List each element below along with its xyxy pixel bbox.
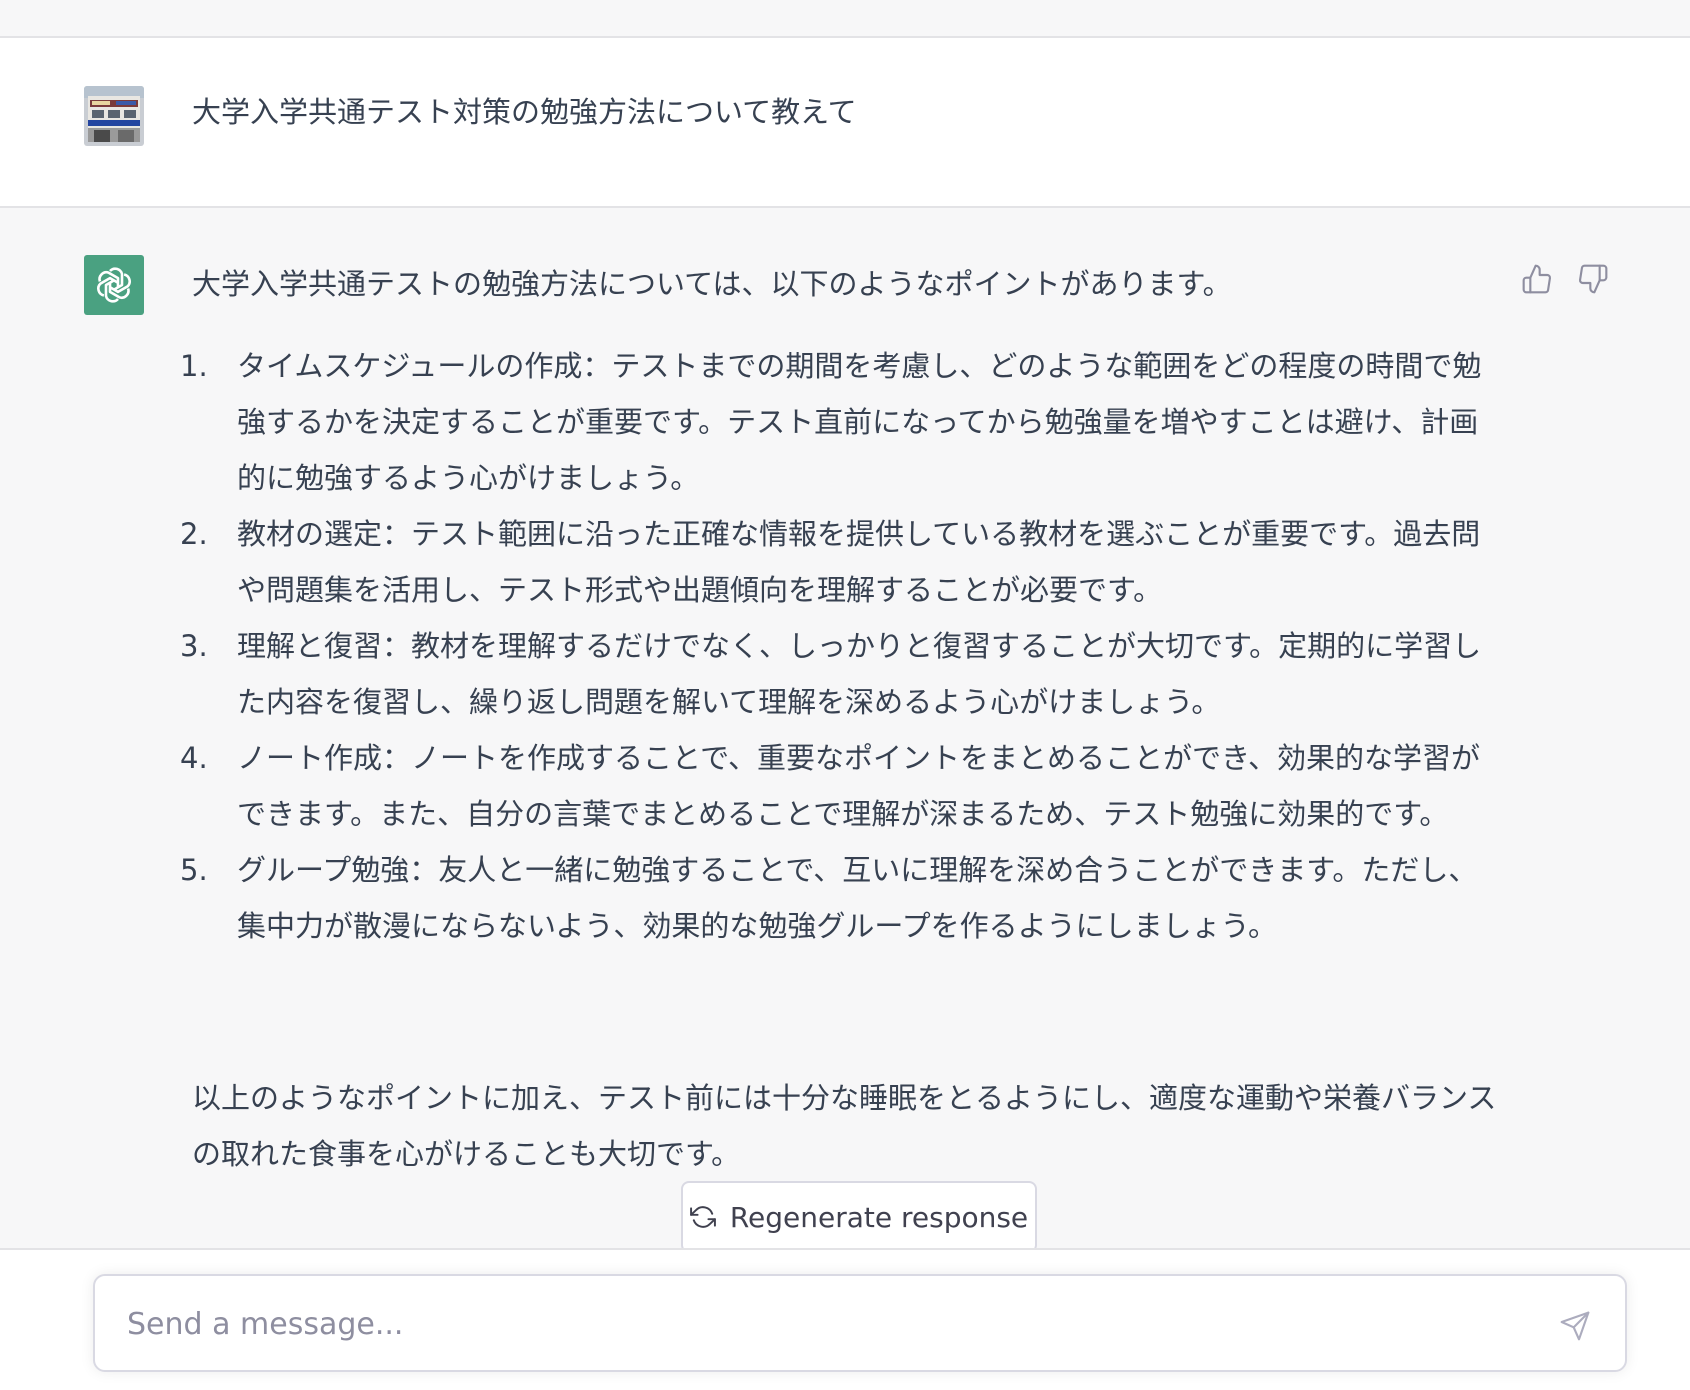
openai-logo-icon	[84, 255, 144, 315]
refresh-icon	[689, 1204, 716, 1230]
list-item-text: 教材の選定：テスト範囲に沿った正確な情報を提供している教材を選ぶことが重要です。…	[237, 517, 1481, 607]
list-item: 5. グループ勉強：友人と一緒に勉強することで、互いに理解を深め合うことができま…	[160, 842, 1500, 954]
composer-area	[0, 1248, 1690, 1390]
assistant-message-row: 大学入学共通テストの勉強方法については、以下のようなポイントがあります。 1. …	[0, 208, 1690, 1248]
user-message-text: 大学入学共通テスト対策の勉強方法について教えて	[192, 95, 857, 129]
list-item-text: 理解と復習：教材を理解するだけでなく、しっかりと復習することが大切です。定期的に…	[237, 629, 1482, 719]
regenerate-button-label: Regenerate response	[729, 1200, 1029, 1234]
assistant-intro-text: 大学入学共通テストの勉強方法については、以下のようなポイントがあります。	[192, 267, 1232, 301]
thumbs-up-icon[interactable]	[1520, 262, 1554, 296]
list-item-number: 5.	[180, 853, 208, 887]
user-avatar	[84, 86, 144, 146]
list-item-text: タイムスケジュールの作成：テストまでの期間を考慮し、どのような範囲をどの程度の時…	[237, 349, 1482, 495]
list-item-number: 4.	[180, 741, 208, 775]
assistant-point-list: 1. タイムスケジュールの作成：テストまでの期間を考慮し、どのような範囲をどの程…	[160, 338, 1500, 954]
user-message-row: 大学入学共通テスト対策の勉強方法について教えて	[0, 38, 1690, 208]
list-item: 3. 理解と復習：教材を理解するだけでなく、しっかりと復習することが大切です。定…	[160, 618, 1500, 730]
list-item-text: グループ勉強：友人と一緒に勉強することで、互いに理解を深め合うことができます。た…	[237, 853, 1478, 943]
list-item-number: 2.	[180, 517, 208, 551]
list-item-number: 1.	[180, 349, 208, 383]
top-strip	[0, 0, 1690, 38]
list-item: 2. 教材の選定：テスト範囲に沿った正確な情報を提供している教材を選ぶことが重要…	[160, 506, 1500, 618]
message-input-box	[93, 1274, 1627, 1372]
regenerate-button[interactable]: Regenerate response	[681, 1181, 1037, 1253]
list-item: 4. ノート作成：ノートを作成することで、重要なポイントをまとめることができ、効…	[160, 730, 1500, 842]
list-item-text: ノート作成：ノートを作成することで、重要なポイントをまとめることができ、効果的な…	[237, 741, 1480, 831]
send-icon[interactable]	[1555, 1306, 1595, 1346]
thumbs-down-icon[interactable]	[1576, 262, 1610, 296]
message-input[interactable]	[125, 1296, 1529, 1352]
list-item: 1. タイムスケジュールの作成：テストまでの期間を考慮し、どのような範囲をどの程…	[160, 338, 1500, 506]
assistant-closing-text: 以上のようなポイントに加え、テスト前には十分な睡眠をとるようにし、適度な運動や栄…	[192, 1081, 1497, 1171]
list-item-number: 3.	[180, 629, 208, 663]
